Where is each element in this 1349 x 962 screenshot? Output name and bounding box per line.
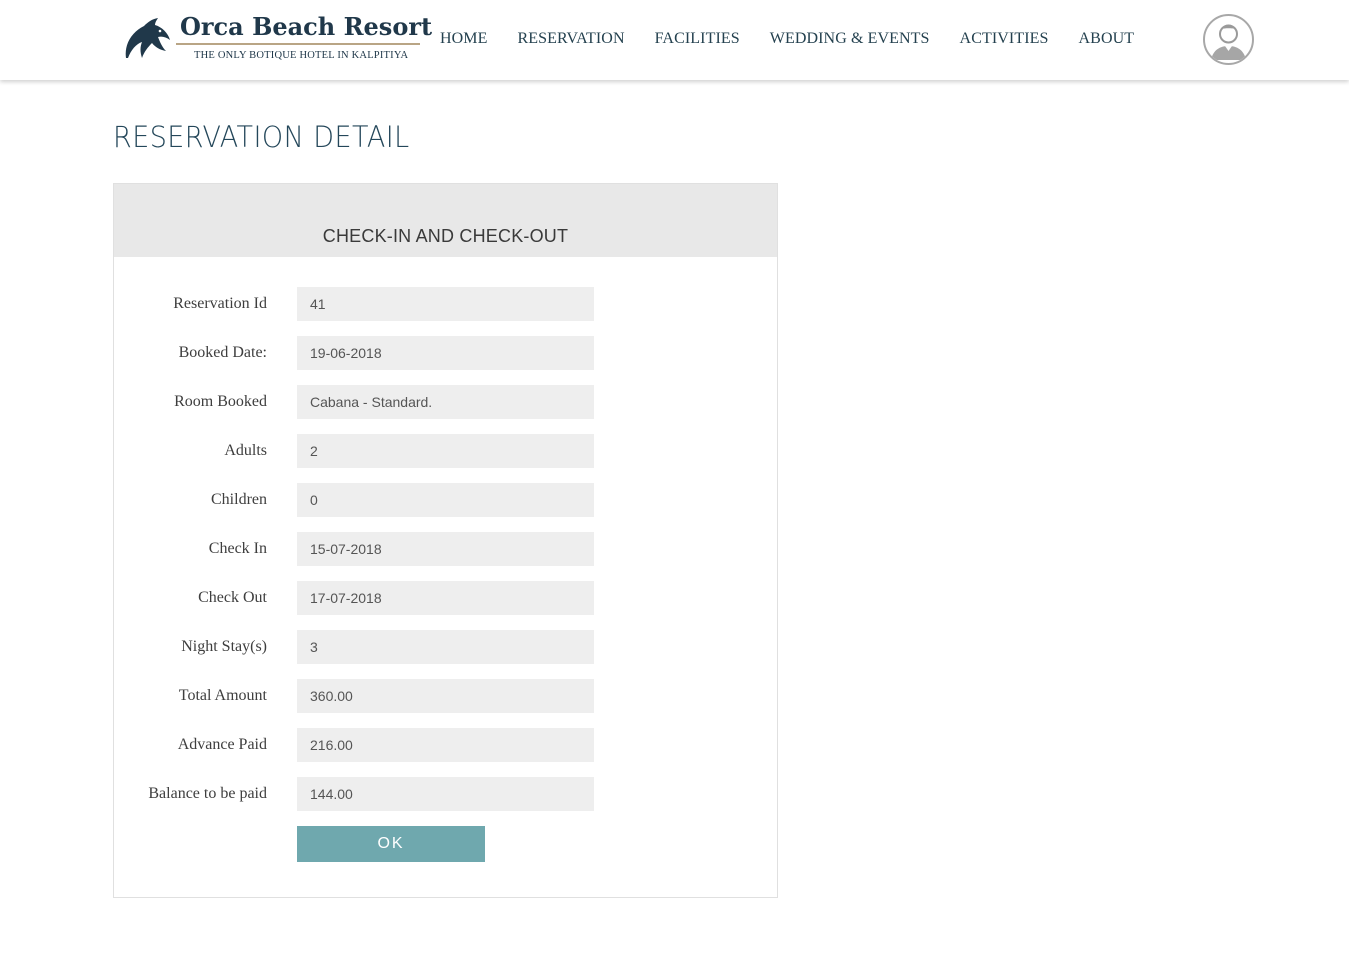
advance-paid-label: Advance Paid <box>177 736 267 753</box>
nav-facilities[interactable]: FACILITIES <box>655 30 740 50</box>
nav-home[interactable]: HOME <box>440 30 488 50</box>
brand-tagline: THE ONLY BOTIQUE HOTEL IN KALPITIYA <box>194 50 409 61</box>
user-avatar[interactable] <box>1203 14 1254 65</box>
children-field[interactable]: 0 <box>297 483 594 517</box>
page-title: RESERVATION DETAIL <box>113 120 410 154</box>
ok-button[interactable]: OK <box>297 826 485 862</box>
balance-label: Balance to be paid <box>148 785 267 802</box>
total-amount-field[interactable]: 360.00 <box>297 679 594 713</box>
field-row-check-out: Check Out 17-07-2018 <box>114 581 777 615</box>
adults-field[interactable]: 2 <box>297 434 594 468</box>
field-row-night-stays: Night Stay(s) 3 <box>114 630 777 664</box>
reservation-id-field[interactable]: 41 <box>297 287 594 321</box>
booked-date-field[interactable]: 19-06-2018 <box>297 336 594 370</box>
field-row-advance-paid: Advance Paid 216.00 <box>114 728 777 762</box>
logo-divider <box>176 43 420 45</box>
field-row-room-booked: Room Booked Cabana - Standard. <box>114 385 777 419</box>
nav-reservation[interactable]: RESERVATION <box>518 30 625 50</box>
nav-wedding-events[interactable]: WEDDING & EVENTS <box>770 30 930 50</box>
field-row-reservation-id: Reservation Id 41 <box>114 287 777 321</box>
reservation-id-label: Reservation Id <box>173 295 267 312</box>
check-in-label: Check In <box>208 540 267 557</box>
children-label: Children <box>211 491 267 508</box>
night-stays-field[interactable]: 3 <box>297 630 594 664</box>
dolphin-icon <box>125 18 170 58</box>
card-heading: CHECK-IN AND CHECK-OUT <box>322 226 569 246</box>
field-row-children: Children 0 <box>114 483 777 517</box>
advance-paid-field[interactable]: 216.00 <box>297 728 594 762</box>
check-in-field[interactable]: 15-07-2018 <box>297 532 594 566</box>
night-stays-label: Night Stay(s) <box>181 638 267 655</box>
brand-name: Orca Beach Resort <box>180 12 433 41</box>
reservation-card: CHECK-IN AND CHECK-OUT Reservation Id 41… <box>113 183 778 898</box>
site-logo[interactable]: Orca Beach Resort THE ONLY BOTIQUE HOTEL… <box>122 10 432 66</box>
booked-date-label: Booked Date: <box>178 344 267 361</box>
field-row-booked-date: Booked Date: 19-06-2018 <box>114 336 777 370</box>
check-out-label: Check Out <box>198 589 267 606</box>
main-nav: HOME RESERVATION FACILITIES WEDDING & EV… <box>440 30 1164 50</box>
check-out-field[interactable]: 17-07-2018 <box>297 581 594 615</box>
total-amount-label: Total Amount <box>178 687 267 704</box>
adults-label: Adults <box>224 442 267 459</box>
field-row-adults: Adults 2 <box>114 434 777 468</box>
nav-about[interactable]: ABOUT <box>1079 30 1135 50</box>
room-booked-field[interactable]: Cabana - Standard. <box>297 385 594 419</box>
nav-activities[interactable]: ACTIVITIES <box>960 30 1049 50</box>
field-row-total-amount: Total Amount 360.00 <box>114 679 777 713</box>
room-booked-label: Room Booked <box>174 393 267 410</box>
field-row-balance: Balance to be paid 144.00 <box>114 777 777 811</box>
balance-field[interactable]: 144.00 <box>297 777 594 811</box>
card-header: CHECK-IN AND CHECK-OUT <box>114 184 777 257</box>
site-header: Orca Beach Resort THE ONLY BOTIQUE HOTEL… <box>0 0 1349 80</box>
field-row-check-in: Check In 15-07-2018 <box>114 532 777 566</box>
user-avatar-icon <box>1211 24 1246 60</box>
